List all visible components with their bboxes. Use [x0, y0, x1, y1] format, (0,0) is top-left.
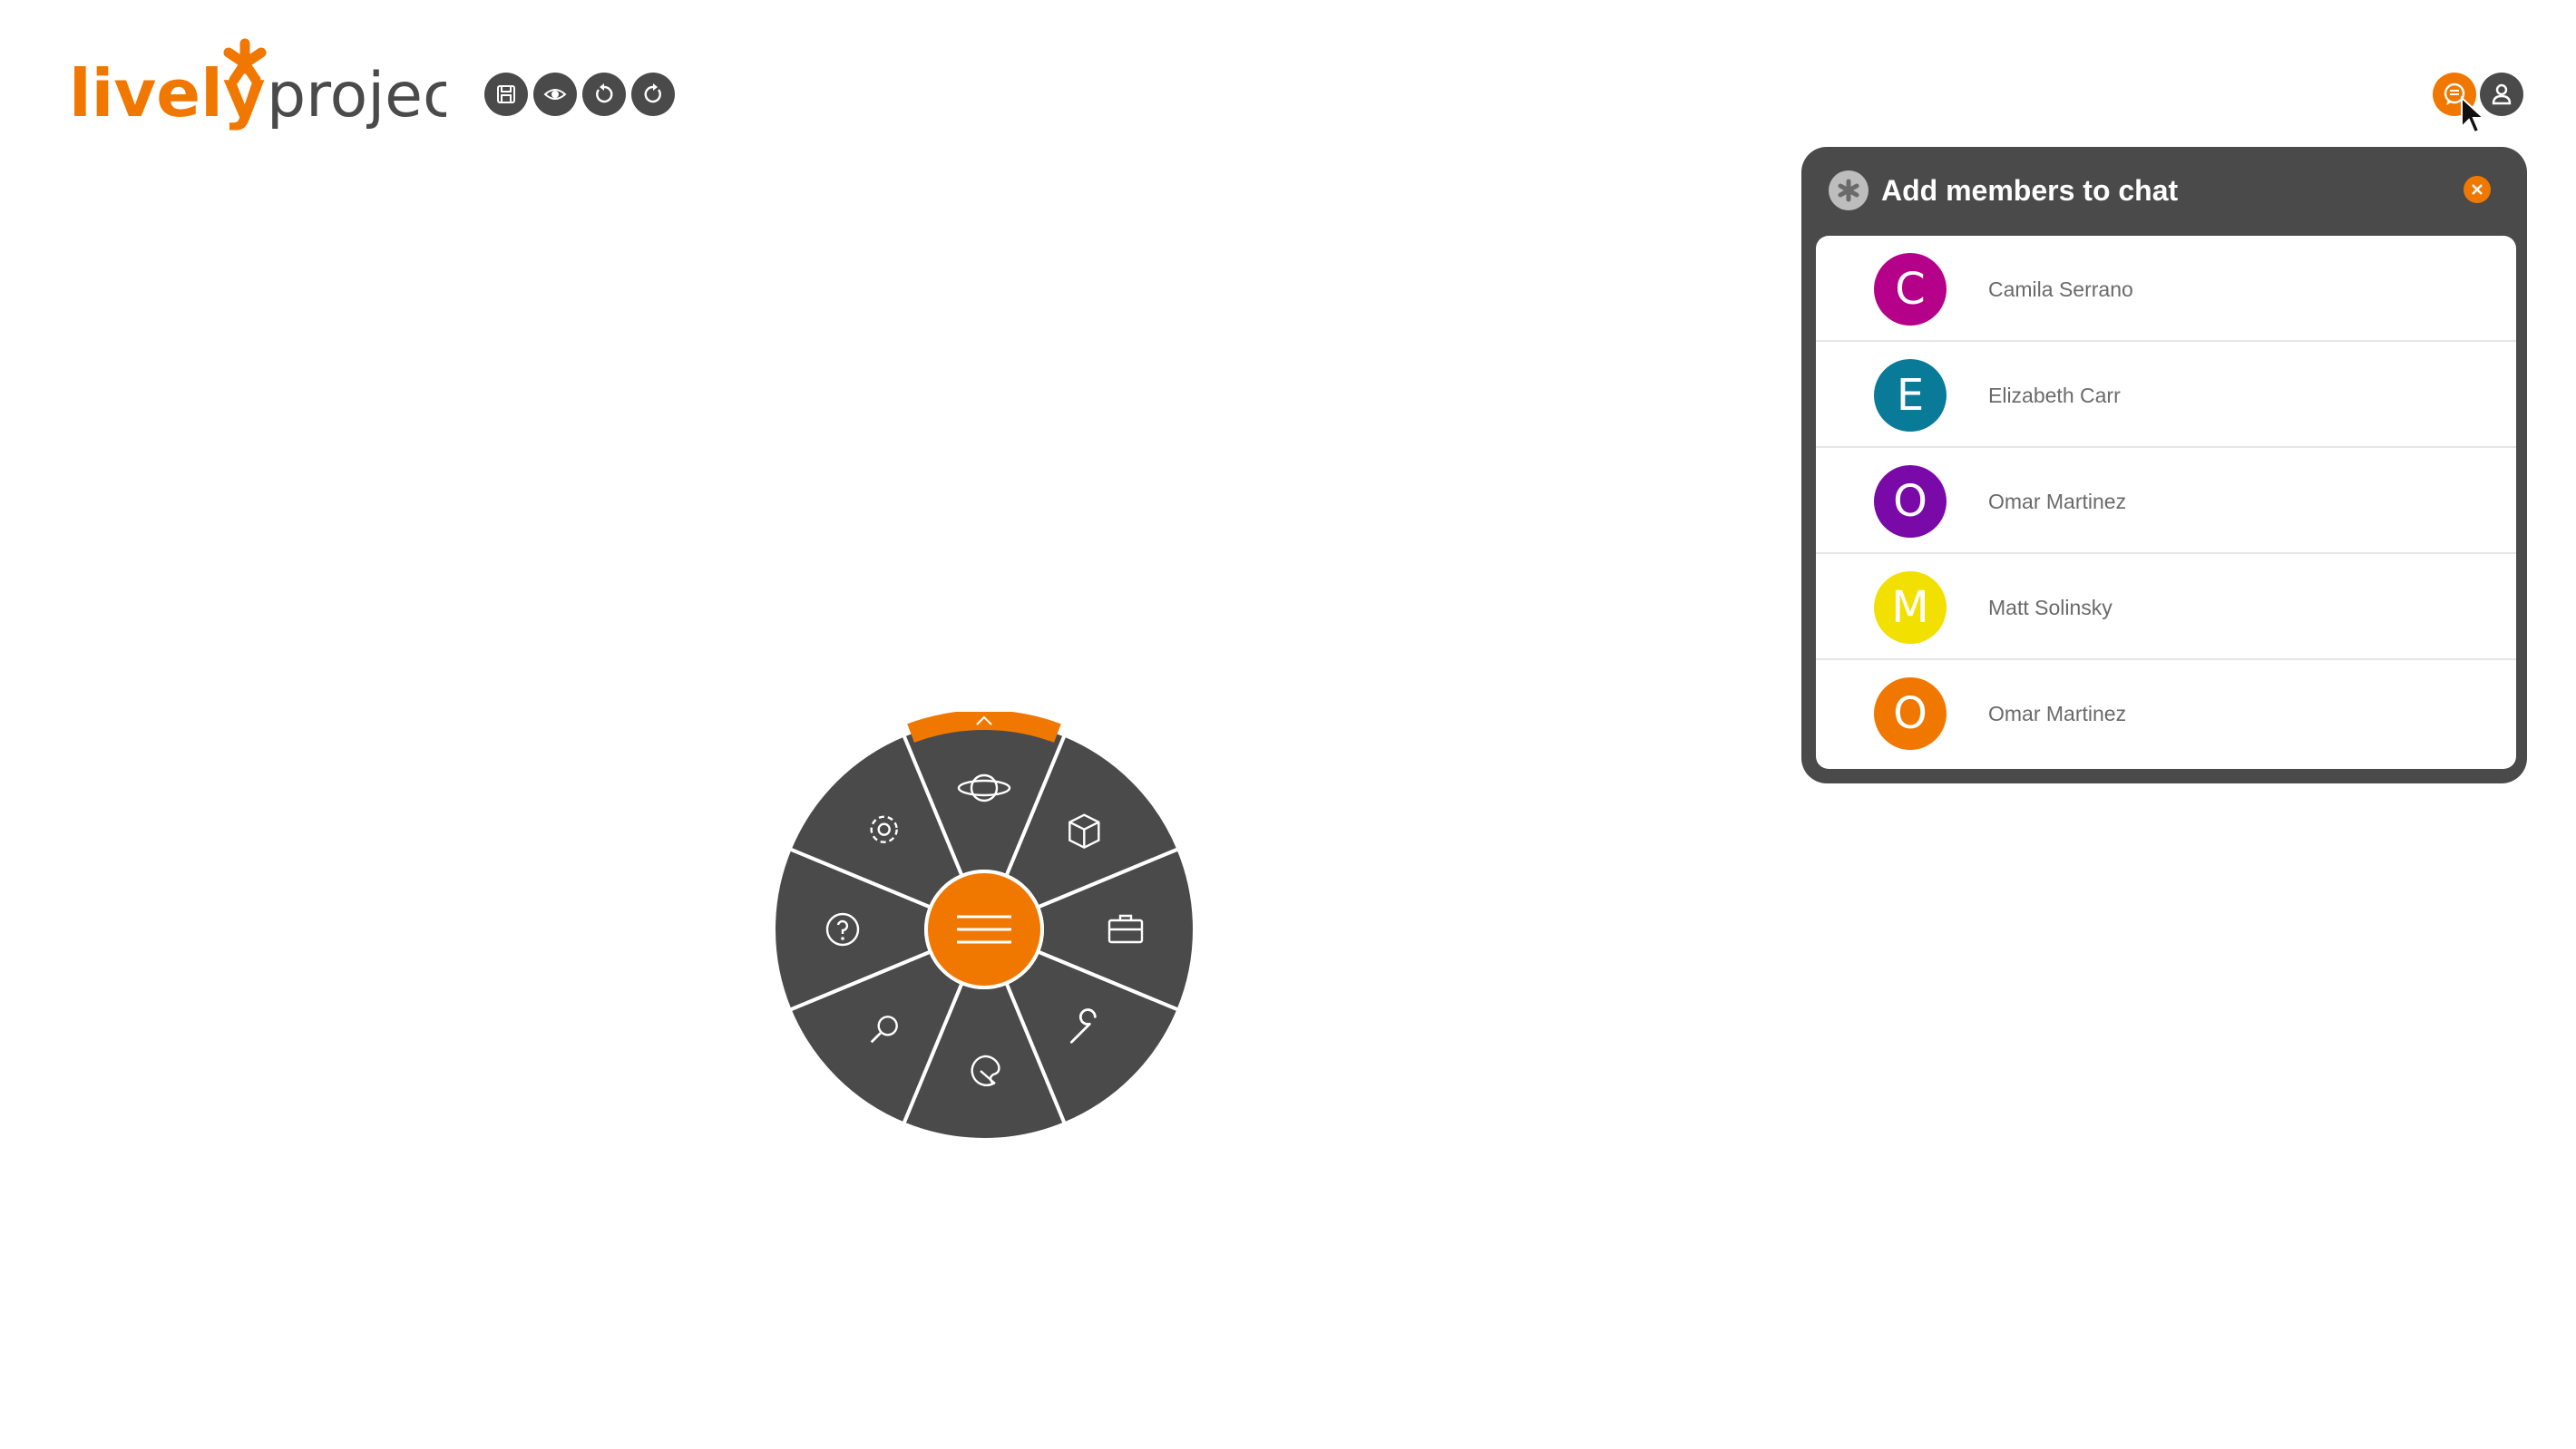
- avatar: E: [1874, 359, 1947, 432]
- radial-menu: [766, 712, 1202, 1147]
- chat-bubble-icon: [2444, 83, 2465, 105]
- redo-button[interactable]: [631, 73, 675, 116]
- avatar: O: [1874, 465, 1947, 538]
- chat-button[interactable]: [2433, 73, 2476, 116]
- logo-word-project: project: [267, 60, 446, 131]
- lively-asterisk-icon: [1829, 170, 1869, 210]
- save-button[interactable]: [484, 73, 528, 116]
- undo-icon: [596, 83, 613, 103]
- member-name: Matt Solinsky: [1988, 596, 2113, 619]
- floppy-disk-icon: [497, 85, 515, 103]
- avatar: O: [1874, 677, 1947, 750]
- top-toolbar: [484, 73, 675, 116]
- user-account-button[interactable]: [2480, 73, 2523, 116]
- undo-button[interactable]: [582, 73, 626, 116]
- list-item[interactable]: E Elizabeth Carr: [1816, 342, 2516, 448]
- list-item[interactable]: M Matt Solinsky: [1816, 554, 2516, 660]
- member-name: Omar Martinez: [1988, 490, 2127, 513]
- list-item[interactable]: C Camila Serrano: [1816, 236, 2516, 342]
- user-icon: [2492, 83, 2512, 105]
- add-members-panel: Add members to chat C Camila Serrano E E…: [1801, 147, 2527, 783]
- panel-title: Add members to chat: [1881, 174, 2179, 207]
- preview-button[interactable]: [533, 73, 577, 116]
- list-item[interactable]: O Omar Martinez: [1816, 660, 2516, 766]
- logo-word-lively: lively: [69, 55, 266, 131]
- avatar: C: [1874, 253, 1947, 326]
- top-right-actions: [2433, 73, 2523, 116]
- close-panel-button[interactable]: [2464, 176, 2491, 203]
- eye-icon: [543, 89, 567, 100]
- member-name: Omar Martinez: [1988, 702, 2127, 725]
- list-item[interactable]: O Omar Martinez: [1816, 448, 2516, 554]
- member-name: Camila Serrano: [1988, 277, 2133, 301]
- member-name: Elizabeth Carr: [1988, 384, 2121, 407]
- redo-icon: [644, 83, 661, 103]
- avatar: M: [1874, 571, 1947, 644]
- panel-header: Add members to chat: [1801, 147, 2527, 232]
- close-icon: [2472, 184, 2483, 195]
- lively-project-logo: lively project: [65, 36, 446, 136]
- center-menu-button[interactable]: [924, 870, 1044, 989]
- member-list: C Camila Serrano E Elizabeth Carr O Omar…: [1816, 236, 2516, 769]
